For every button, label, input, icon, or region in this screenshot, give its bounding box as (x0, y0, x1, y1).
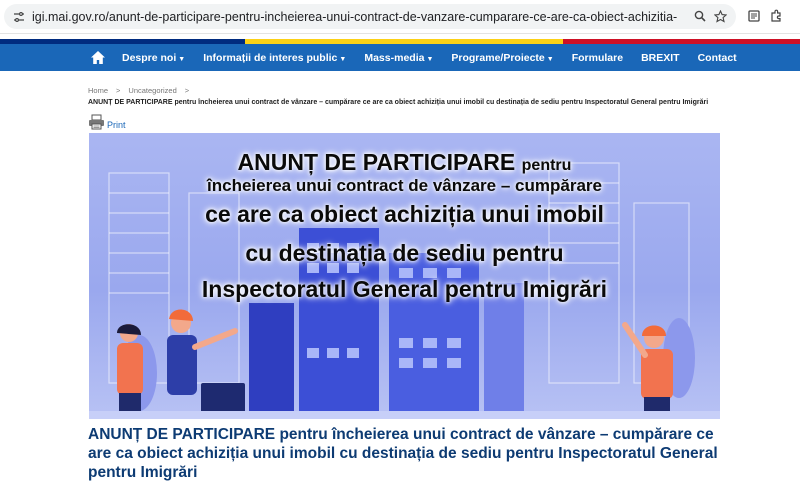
breadcrumb: Home > Uncategorized > (88, 86, 189, 95)
search-icon[interactable] (690, 6, 710, 26)
home-icon[interactable] (88, 48, 108, 68)
nav-mass-media[interactable]: Mass-media ▼ (364, 52, 433, 64)
chevron-down-icon: ▼ (178, 55, 186, 63)
url-text: igi.mai.gov.ro/anunt-de-participare-pent… (32, 9, 677, 24)
breadcrumb-home[interactable]: Home (88, 86, 108, 95)
nav-formulare[interactable]: Formulare (572, 52, 623, 64)
banner-line-3: ce are ca obiect achiziția unui imobil (205, 201, 604, 227)
chevron-down-icon: ▼ (339, 55, 347, 63)
chevron-down-icon: ▼ (546, 55, 554, 63)
nav-brexit[interactable]: BREXIT (641, 52, 680, 64)
main-navigation: Despre noi ▼ Informații de interes public… (0, 44, 800, 71)
banner-line-2: încheierea unui contract de vânzare – cu… (207, 176, 602, 195)
banner-line-4: cu destinația de sediu pentru (245, 240, 564, 266)
breadcrumb-current: ANUNȚ DE PARTICIPARE pentru încheierea u… (88, 99, 709, 106)
print-label: Print (107, 119, 126, 130)
breadcrumb-separator: > (116, 86, 121, 95)
reading-mode-icon[interactable] (744, 6, 764, 26)
article-featured-image: ANUNȚ DE PARTICIPARE pentru încheierea u… (89, 133, 720, 419)
extensions-icon[interactable] (766, 6, 786, 26)
chevron-down-icon: ▼ (426, 55, 434, 63)
nav-programe-proiecte[interactable]: Programe/Proiecte ▼ (451, 52, 553, 64)
browser-toolbar: igi.mai.gov.ro/anunt-de-participare-pent… (0, 0, 800, 34)
nav-informatii-interes-public[interactable]: Informații de interes public ▼ (203, 52, 346, 64)
bookmark-star-icon[interactable] (710, 6, 730, 26)
address-bar[interactable]: igi.mai.gov.ro/anunt-de-participare-pent… (4, 4, 736, 29)
banner-line-5: Inspectoratul General pentru Imigrări (201, 276, 608, 302)
printer-icon (88, 114, 105, 135)
article-title: ANUNȚ DE PARTICIPARE pentru încheierea u… (88, 426, 718, 481)
breadcrumb-separator: > (184, 86, 190, 95)
nav-despre-noi[interactable]: Despre noi ▼ (122, 52, 185, 64)
banner-line-1: ANUNȚ DE PARTICIPARE pentru (237, 149, 572, 175)
nav-contact[interactable]: Contact (698, 52, 737, 64)
print-button[interactable]: Print (88, 114, 126, 135)
site-info-icon[interactable] (12, 10, 26, 24)
breadcrumb-category[interactable]: Uncategorized (128, 86, 176, 95)
